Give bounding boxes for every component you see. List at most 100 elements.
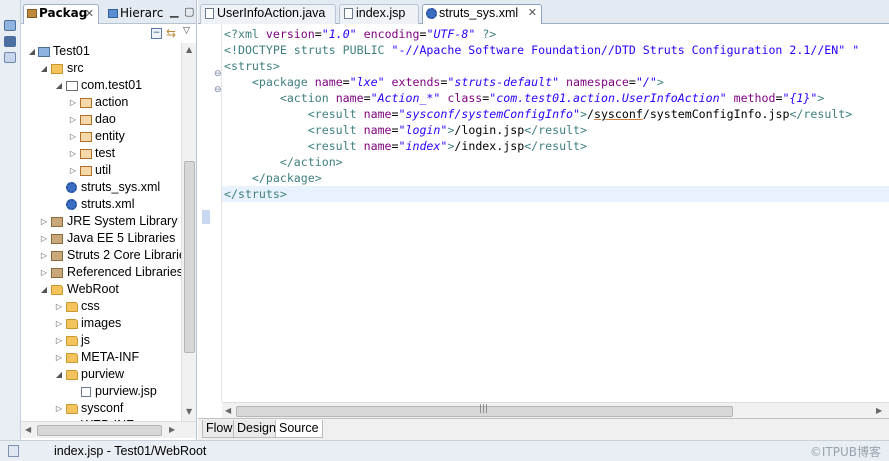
collapsed-twisty-icon[interactable]: ▷ [54, 349, 64, 366]
package-icon [66, 81, 78, 91]
collapsed-twisty-icon[interactable]: ▷ [54, 298, 64, 315]
xml-gear-icon [66, 199, 77, 210]
jsp-file-icon [81, 387, 91, 397]
project-icon [38, 47, 50, 57]
watermark: ©ITPUB博客 [809, 445, 881, 459]
library-icon [51, 217, 63, 227]
folder-icon [66, 353, 78, 363]
close-icon[interactable]: ✕ [85, 5, 94, 22]
expanded-twisty-icon[interactable]: ◢ [54, 77, 64, 94]
fold-collapse-icon[interactable]: ⊖ [214, 69, 222, 79]
package-icon [80, 115, 92, 125]
tree-item-label: src [67, 61, 84, 75]
tree-item-label: entity [95, 129, 125, 143]
tab-label: UserInfoAction.java [217, 6, 326, 20]
tab-package-explorer[interactable]: Packag ✕ [23, 4, 99, 24]
xml-editor: UserInfoAction.java index.jsp struts_sys… [198, 0, 889, 440]
expanded-twisty-icon[interactable]: ◢ [39, 60, 49, 77]
tree-item-label: purview [81, 367, 125, 381]
code-line-3: <struts> [224, 59, 280, 73]
view-menu-icon[interactable]: ▽ [183, 26, 190, 36]
console-view-icon[interactable] [4, 52, 16, 63]
scroll-left-arrow-icon[interactable]: ◀ [225, 406, 231, 415]
scrollbar-thumb[interactable] [37, 425, 162, 436]
expanded-twisty-icon[interactable]: ◢ [39, 281, 49, 298]
collapsed-twisty-icon[interactable]: ▷ [39, 247, 49, 264]
restore-icon[interactable] [4, 20, 16, 31]
tab-design[interactable]: Design [233, 420, 280, 438]
editor-horizontal-scrollbar[interactable]: ◀ ||| ▶ [222, 402, 889, 418]
tab-source[interactable]: Source [275, 420, 323, 438]
tree-vertical-scrollbar[interactable]: ▲ ▼ [181, 43, 196, 421]
left-trim-toolbar [0, 0, 21, 440]
collapsed-twisty-icon[interactable]: ▷ [68, 111, 78, 128]
tree-item-label: Struts 2 Core Librarie [67, 248, 186, 262]
status-bar: index.jsp - Test01/WebRoot ©ITPUB博客 [0, 440, 889, 461]
tree-item-label: images [81, 316, 122, 330]
expanded-twisty-icon[interactable]: ◢ [54, 366, 64, 383]
expanded-twisty-icon[interactable]: ◢ [27, 43, 37, 60]
package-icon [80, 98, 92, 108]
package-icon [80, 166, 92, 176]
tree-item-label: struts_sys.xml [81, 180, 161, 194]
library-icon [51, 251, 63, 261]
tab-label: index.jsp [356, 6, 406, 20]
collapsed-twisty-icon[interactable]: ▷ [39, 230, 49, 247]
code-line-2: <!DOCTYPE struts PUBLIC "-//Apache Softw… [224, 43, 860, 57]
outline-view-icon[interactable] [4, 36, 16, 47]
close-icon[interactable]: ✕ [528, 5, 537, 22]
fold-collapse-icon[interactable]: ⊖ [214, 85, 222, 95]
collapsed-twisty-icon[interactable]: ▷ [68, 128, 78, 145]
current-line-marker [202, 210, 210, 224]
collapsed-twisty-icon[interactable]: ▷ [39, 213, 49, 230]
code-line-9: </action> [224, 155, 343, 169]
folder-icon [66, 404, 78, 414]
tree-item-label: JRE System Library [S [67, 214, 193, 228]
collapsed-twisty-icon[interactable]: ▷ [68, 94, 78, 111]
collapsed-twisty-icon[interactable]: ▷ [68, 162, 78, 179]
tab-hierarchy[interactable]: Hierarc [105, 5, 165, 22]
code-line-5: <action name="Action_*" class="com.test0… [224, 91, 825, 105]
folder-icon [66, 302, 78, 312]
collapsed-twisty-icon[interactable]: ▷ [54, 400, 64, 417]
hierarchy-icon [108, 9, 118, 18]
code-line-4: <package name="lxe" extends="struts-defa… [224, 75, 664, 89]
tab-userinfoaction-java[interactable]: UserInfoAction.java [200, 4, 336, 24]
tab-flow[interactable]: Flow [202, 420, 237, 438]
scroll-right-arrow-icon[interactable]: ▶ [169, 425, 175, 434]
scroll-down-arrow-icon[interactable]: ▼ [186, 407, 192, 416]
tree-item-label: com.test01 [81, 78, 143, 92]
collapse-all-icon[interactable]: − [151, 28, 162, 39]
package-icon [80, 149, 92, 159]
fast-view-icon[interactable] [8, 445, 19, 457]
tree-item-label: util [95, 163, 111, 177]
code-line-6: <result name="sysconf/systemConfigInfo">… [224, 107, 853, 121]
tab-struts-sys-xml[interactable]: struts_sys.xml ✕ [422, 4, 542, 24]
link-with-editor-icon[interactable]: ⇆ [166, 27, 176, 39]
tab-index-jsp[interactable]: index.jsp [339, 4, 419, 24]
scrollbar-thumb[interactable] [184, 161, 195, 353]
maximize-icon[interactable]: ▢ [184, 6, 194, 17]
tab-label: Source [279, 421, 319, 435]
tab-label: Packag [39, 6, 88, 20]
source-folder-icon [51, 64, 63, 74]
minimize-icon[interactable]: ▁ [170, 6, 178, 17]
collapsed-twisty-icon[interactable]: ▷ [39, 264, 49, 281]
scroll-up-arrow-icon[interactable]: ▲ [186, 45, 192, 54]
tab-label: struts_sys.xml [439, 6, 519, 20]
java-file-icon [205, 8, 214, 19]
tree-item-label: WebRoot [67, 282, 119, 296]
package-explorer-tabbar: Packag ✕ Hierarc ▁ ▢ [21, 0, 196, 24]
collapsed-twisty-icon[interactable]: ▷ [68, 145, 78, 162]
tree-item-label: Test01 [53, 44, 90, 58]
collapsed-twisty-icon[interactable]: ▷ [54, 315, 64, 332]
code-line-10: </package> [224, 171, 322, 185]
tree-horizontal-scrollbar[interactable]: ◀ ▶ [21, 421, 196, 438]
code-line-7: <result name="login">/login.jsp</result> [224, 123, 588, 137]
tree-item-label: struts.xml [81, 197, 135, 211]
scrollbar-thumb[interactable]: ||| [236, 404, 733, 417]
collapsed-twisty-icon[interactable]: ▷ [54, 332, 64, 349]
scroll-left-arrow-icon[interactable]: ◀ [25, 425, 31, 434]
current-line-highlight [222, 186, 889, 202]
scroll-right-arrow-icon[interactable]: ▶ [876, 406, 882, 415]
